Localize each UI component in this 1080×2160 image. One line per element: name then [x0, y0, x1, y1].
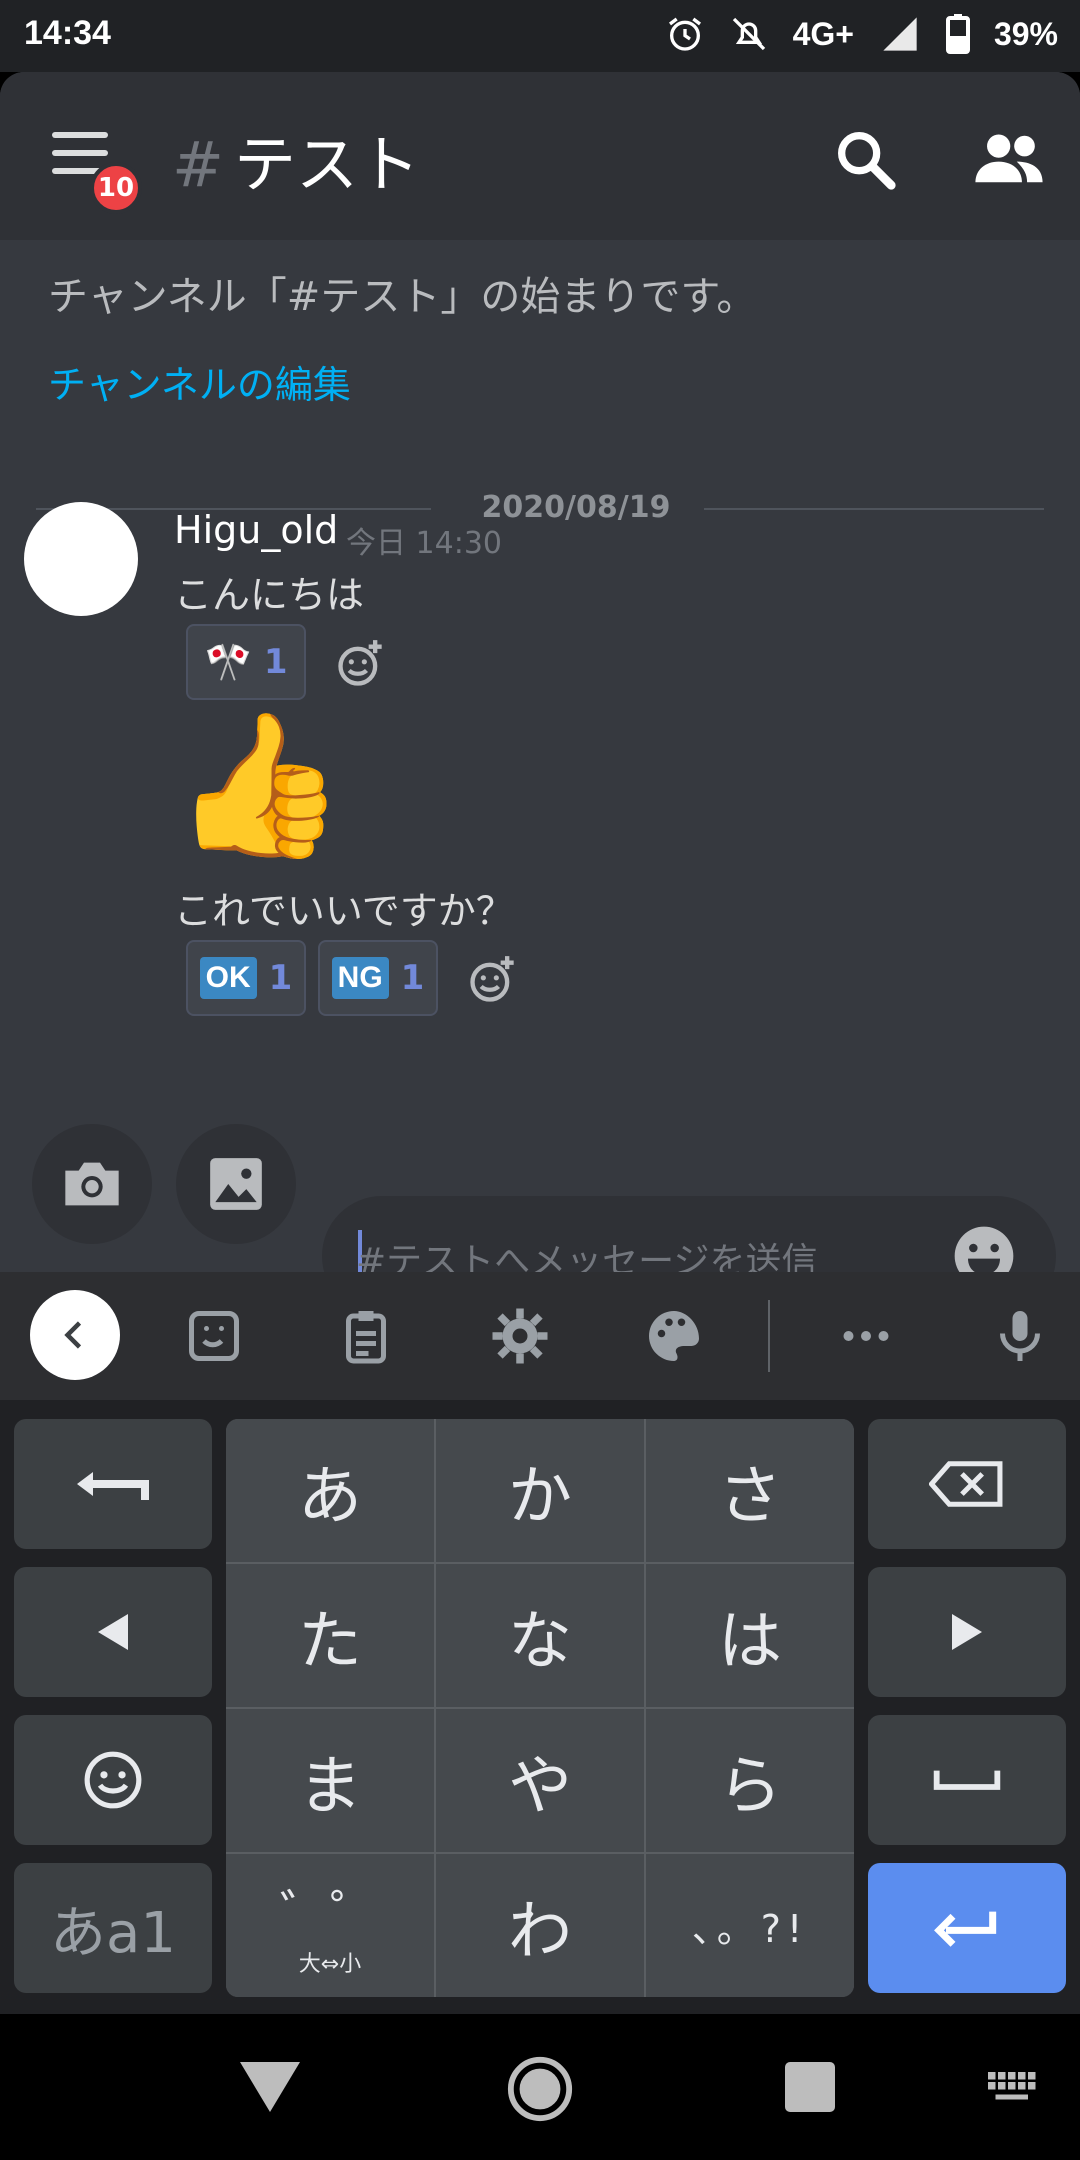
- backspace-key[interactable]: [868, 1419, 1066, 1549]
- battery-icon: [945, 14, 970, 54]
- message-placeholder: #テストへメッセージを送信: [356, 1241, 818, 1272]
- palette-icon[interactable]: [644, 1306, 704, 1366]
- network-type: 4G+: [792, 15, 854, 52]
- gallery-button[interactable]: [176, 1124, 296, 1244]
- case-toggle-hint: 大⇔小: [298, 1951, 362, 1977]
- search-icon[interactable]: [830, 124, 900, 194]
- undo-arrow-icon: [77, 1472, 149, 1500]
- channel-name: テスト: [233, 128, 420, 201]
- navigation-bar: [0, 2014, 1080, 2160]
- toolbar-separator: [768, 1300, 770, 1372]
- message-author[interactable]: Higu_old: [174, 508, 338, 552]
- input-mode-key[interactable]: あa1: [14, 1863, 212, 1993]
- reaction-count: 1: [400, 958, 425, 998]
- microphone-icon[interactable]: [990, 1306, 1050, 1366]
- chat-screen: 10 # テスト チャンネル「#テスト」の始まりです。 チャンネルの編集 2020…: [0, 72, 1080, 1272]
- key-a[interactable]: あ: [226, 1419, 434, 1562]
- key-ha[interactable]: は: [646, 1564, 854, 1707]
- channel-start-text: チャンネル「#テスト」の始まりです。: [48, 274, 757, 320]
- reaction-emoji: NG: [331, 957, 389, 999]
- enter-icon: [934, 1911, 997, 1947]
- emoji-key[interactable]: [14, 1715, 212, 1845]
- avatar[interactable]: [24, 502, 138, 616]
- key-dakuten[interactable]: ゛゜ 大⇔小: [226, 1854, 434, 1997]
- channel-header: 10 # テスト: [0, 72, 1080, 240]
- edit-channel-link[interactable]: チャンネルの編集: [48, 354, 351, 409]
- members-icon[interactable]: [970, 128, 1048, 190]
- key-sa[interactable]: さ: [646, 1419, 854, 1562]
- reaction-button[interactable]: NG 1: [318, 940, 438, 1016]
- reaction-count: 1: [263, 642, 288, 682]
- reaction-button[interactable]: 🎌 1: [186, 624, 306, 700]
- keyboard-toolbar: [0, 1272, 1080, 1400]
- key-na[interactable]: な: [436, 1564, 644, 1707]
- key-punctuation[interactable]: 、。?!: [646, 1854, 854, 1997]
- keyboard-switch-icon[interactable]: [988, 2072, 1038, 2102]
- reaction-count: 1: [268, 958, 293, 998]
- camera-button[interactable]: [32, 1124, 152, 1244]
- backspace-icon: [929, 1461, 1003, 1507]
- key-ka[interactable]: か: [436, 1419, 644, 1562]
- key-ma[interactable]: ま: [226, 1709, 434, 1852]
- key-wa[interactable]: わ: [436, 1854, 644, 1997]
- sticker-icon[interactable]: [184, 1306, 244, 1366]
- triangle-right-icon: [952, 1614, 982, 1650]
- cursor-right-key[interactable]: [868, 1567, 1066, 1697]
- message-text: こんにちは: [174, 573, 365, 617]
- reaction-emoji: 🎌: [204, 639, 252, 684]
- key-ta[interactable]: た: [226, 1564, 434, 1707]
- battery-percent: 39%: [993, 15, 1058, 52]
- channel-hash: #: [172, 128, 224, 201]
- recents-icon[interactable]: [785, 2062, 835, 2112]
- gear-icon[interactable]: [490, 1306, 550, 1366]
- space-icon: [933, 1770, 1001, 1790]
- message-timestamp: 今日 14:30: [346, 526, 502, 561]
- back-icon[interactable]: [240, 2062, 300, 2112]
- clipboard-icon[interactable]: [336, 1306, 396, 1366]
- more-icon[interactable]: [836, 1306, 896, 1366]
- camera-icon: [65, 1162, 119, 1206]
- status-icons: 4G+ 39%: [665, 14, 1058, 54]
- thumbs-up-emoji: 👍: [172, 704, 347, 867]
- toolbar-back-button[interactable]: [30, 1290, 120, 1380]
- reaction-emoji: OK: [199, 957, 257, 999]
- enter-key[interactable]: [868, 1863, 1066, 1993]
- triangle-left-icon: [98, 1614, 128, 1650]
- emoji-picker-icon[interactable]: [952, 1224, 1016, 1272]
- key-ra[interactable]: ら: [646, 1709, 854, 1852]
- keyboard: あa1 あ か さ た な は ま や ら ゛゜ 大⇔小 わ 、。?!: [0, 1272, 1080, 2014]
- status-time: 14:34: [24, 14, 111, 52]
- home-icon[interactable]: [505, 2054, 575, 2124]
- cursor-left-key[interactable]: [14, 1567, 212, 1697]
- kana-grid: あ か さ た な は ま や ら ゛゜ 大⇔小 わ 、。?!: [226, 1419, 854, 1997]
- notification-badge: 10: [90, 162, 142, 214]
- add-reaction-icon[interactable]: [334, 638, 386, 690]
- date-divider: 2020/08/19: [36, 490, 1044, 525]
- key-ya[interactable]: や: [436, 1709, 644, 1852]
- message-text: これでいいですか？: [174, 889, 514, 933]
- status-bar: 14:34 4G+ 39%: [0, 0, 1080, 72]
- space-key[interactable]: [868, 1715, 1066, 1845]
- image-icon: [210, 1158, 262, 1210]
- channel-title: # テスト: [172, 114, 420, 204]
- chevron-left-icon: [64, 1321, 82, 1349]
- add-reaction-icon[interactable]: [466, 954, 518, 1006]
- signal-icon: [883, 17, 917, 51]
- undo-key[interactable]: [14, 1419, 212, 1549]
- alarm-icon: [668, 17, 701, 51]
- reaction-button[interactable]: OK 1: [186, 940, 306, 1016]
- message-input[interactable]: #テストへメッセージを送信: [322, 1196, 1056, 1272]
- smiley-icon: [84, 1751, 142, 1809]
- dakuten-label: ゛゜: [280, 1884, 380, 1943]
- notifications-off-icon: [732, 17, 765, 51]
